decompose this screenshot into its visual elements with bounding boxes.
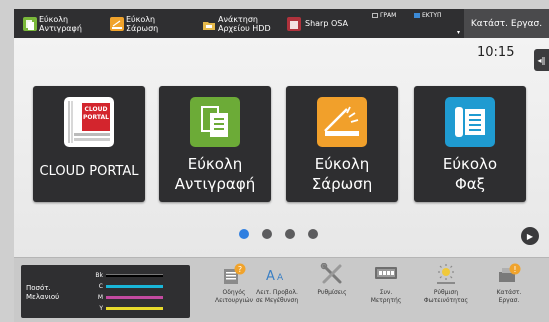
shortcut-easy-scan[interactable]: Εύκολη Σάρωση: [110, 9, 158, 38]
tile-easy-scan[interactable]: Εύκολη Σάρωση: [286, 86, 398, 202]
total-count-button[interactable]: Συν. Μετρητής: [359, 263, 413, 305]
page-dot[interactable]: [285, 229, 295, 239]
tile-cloud-portal[interactable]: CLOUD PORTAL CLOUD PORTAL: [33, 86, 145, 202]
easy-scan-icon: [317, 97, 367, 147]
page-dot[interactable]: [308, 229, 318, 239]
side-panel-toggle[interactable]: ◂‖: [534, 49, 549, 71]
toner-bar-yellow: [106, 307, 163, 310]
toner-code: C: [98, 283, 103, 290]
tile-label: Εύκολη Σάρωση: [311, 155, 373, 193]
operation-guide-icon: ?: [222, 263, 246, 285]
hdd-retrieve-icon: [202, 17, 216, 31]
top-shortcut-bar: Εύκολη Αντιγραφή Εύκολη Σάρωση Ανάκτηση …: [14, 9, 549, 38]
page-dot[interactable]: [262, 229, 272, 239]
panel-arrow-icon: ◂‖: [537, 55, 546, 65]
bottom-label: Κατάστ. Εργασ.: [496, 289, 522, 304]
svg-text:A: A: [277, 273, 284, 283]
easy-copy-icon: [23, 16, 37, 31]
easy-fax-icon: [445, 97, 495, 147]
brightness-button[interactable]: Ρύθμιση Φωτεινότητας: [419, 263, 473, 305]
enlarge-display-icon: A A: [265, 263, 289, 285]
bottom-function-bar: Ποσότ. Μελανιού Bk C M Y ? Οδηγός Λειτου…: [14, 257, 549, 322]
next-page-button[interactable]: ▶: [521, 227, 539, 245]
bottom-label: Λειτ. Προβολ. σε Μεγέθυνση: [255, 289, 299, 304]
shortcut-label: Εύκολη Αντιγραφή: [39, 14, 82, 33]
shortcut-hdd-retrieve[interactable]: Ανάκτηση Αρχείου HDD: [202, 9, 271, 38]
svg-text:!: !: [513, 265, 516, 274]
toner-row-y: Y: [91, 305, 163, 312]
shortcut-easy-copy[interactable]: Εύκολη Αντιγραφή: [23, 9, 82, 38]
bottom-label: Συν. Μετρητής: [370, 289, 402, 304]
tile-easy-copy[interactable]: Εύκολη Αντιγραφή: [159, 86, 271, 202]
job-status-shortcut-button[interactable]: ! Κατάστ. Εργασ.: [482, 263, 536, 305]
enlarge-display-button[interactable]: A A Λειτ. Προβολ. σε Μεγέθυνση: [250, 263, 304, 305]
toner-bar-black: [106, 274, 163, 277]
total-count-icon: [374, 263, 398, 285]
page-dot[interactable]: [239, 229, 249, 239]
clock: 10:15: [477, 45, 515, 60]
toner-level-panel[interactable]: Ποσότ. Μελανιού Bk C M Y: [21, 265, 190, 318]
shortcut-label: Ανάκτηση Αρχείου HDD: [218, 14, 271, 33]
tile-label: Εύκολο Φαξ: [442, 155, 498, 193]
shortcut-label: Εύκολη Σάρωση: [126, 14, 159, 33]
toner-row-c: C: [91, 283, 163, 290]
job-status-icon: !: [497, 263, 521, 285]
status-scan-label: ΕΚΤΥΠ: [422, 12, 442, 19]
play-arrow-icon: ▶: [526, 231, 534, 241]
toner-row-m: M: [91, 294, 163, 301]
svg-text:?: ?: [238, 265, 242, 274]
easy-copy-icon: [190, 97, 240, 147]
settings-icon: [320, 262, 344, 285]
bottom-label: Ρύθμιση Φωτεινότητας: [423, 289, 469, 304]
job-status-button[interactable]: Κατάστ. Εργασ.: [464, 9, 549, 38]
toner-code: Y: [99, 305, 103, 312]
status-indicator-print: ΓΡΑΜ: [372, 12, 396, 19]
tile-easy-fax[interactable]: Εύκολο Φαξ: [414, 86, 526, 202]
cloud-portal-icon: CLOUD PORTAL: [64, 97, 114, 147]
toner-label: Ποσότ. Μελανιού: [26, 284, 60, 301]
toner-code: M: [97, 294, 103, 301]
cloud-portal-logo-text: CLOUD PORTAL: [83, 106, 109, 121]
brightness-icon: [434, 263, 458, 285]
toner-bar-cyan: [106, 285, 163, 288]
easy-scan-icon: [110, 16, 124, 31]
toner-bar-magenta: [106, 296, 163, 299]
bottom-label: Ρυθμίσεις: [317, 289, 347, 296]
svg-text:A: A: [266, 269, 275, 284]
sharp-osa-icon: [287, 16, 301, 31]
caret-down-icon: ▾: [457, 29, 461, 36]
shortcut-label: Sharp OSA: [305, 19, 348, 28]
toner-code: Bk: [95, 272, 103, 279]
tile-label: CLOUD PORTAL: [39, 164, 139, 179]
toner-row-bk: Bk: [91, 272, 163, 279]
tile-label: Εύκολη Αντιγραφή: [174, 155, 256, 193]
indicator-square: [414, 13, 420, 18]
page-indicator: [239, 229, 318, 239]
status-indicator-scan: ΕΚΤΥΠ: [414, 12, 442, 19]
settings-button[interactable]: Ρυθμίσεις: [305, 262, 359, 297]
shortcut-sharp-osa[interactable]: Sharp OSA: [287, 9, 348, 38]
indicator-square: [372, 13, 378, 18]
status-print-label: ΓΡΑΜ: [380, 12, 397, 19]
